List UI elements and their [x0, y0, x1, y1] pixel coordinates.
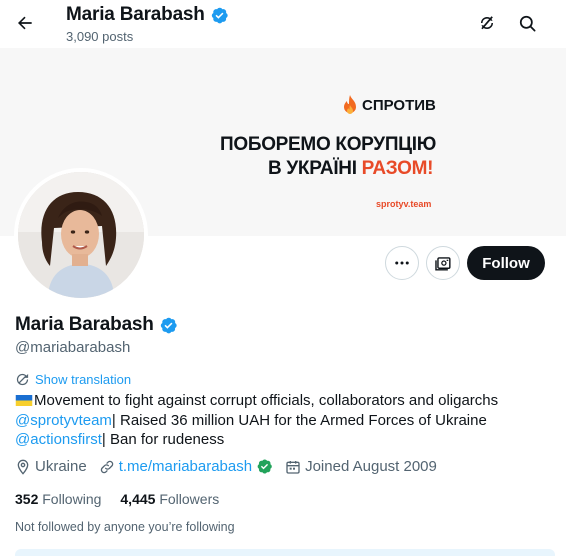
- banner-brand-text: СПРОТИВ: [362, 96, 436, 114]
- location-item: Ukraine: [15, 458, 87, 475]
- calendar-icon: [286, 460, 300, 474]
- next-section-edge: [15, 549, 555, 556]
- fire-icon: [344, 95, 356, 114]
- location-label: Ukraine: [35, 458, 87, 475]
- profile-name-row: Maria Barabash: [15, 314, 178, 336]
- header-name: Maria Barabash: [66, 4, 205, 25]
- banner-headline-2: В УКРАЇНІ РАЗОМ!: [268, 158, 433, 180]
- search-icon: [519, 15, 535, 31]
- following-link[interactable]: 352 Following: [15, 491, 101, 507]
- more-button[interactable]: [385, 246, 419, 280]
- newsletter-button-wrap: [426, 246, 460, 280]
- banner-headline-1: ПОБОРЕМО КОРУПЦІЮ: [220, 134, 437, 155]
- followed-by-note: Not followed by anyone you’re following: [15, 520, 235, 534]
- verified-badge-icon: [211, 7, 228, 23]
- bio-line-3: @actionsfirst| Ban for rudeness: [15, 430, 555, 450]
- refresh-icon: [481, 16, 493, 30]
- profile-name: Maria Barabash: [15, 314, 154, 335]
- header-title: Maria Barabash: [66, 4, 229, 26]
- show-translation-link[interactable]: Show translation: [15, 372, 131, 387]
- follow-stats: 352 Following 4,445 Followers: [15, 491, 219, 507]
- link-icon: [100, 460, 113, 473]
- banner-site: sprotyv.team: [376, 199, 432, 209]
- website-link[interactable]: t.me/mariabarabash: [119, 458, 252, 475]
- bio-text-1: Movement to fight against corrupt offici…: [34, 392, 499, 409]
- posts-count: 3,090 posts: [66, 29, 134, 44]
- bio-text-3: | Ban for rudeness: [101, 431, 225, 448]
- bio-line-1: Movement to fight against corrupt offici…: [15, 391, 555, 411]
- bio-text-2: | Raised 36 million UAH for the Armed Fo…: [111, 411, 487, 429]
- newsletter-button[interactable]: [426, 246, 460, 280]
- avatar-photo: [18, 172, 144, 298]
- sprotyvteam-mention-link[interactable]: @sprotyvteam: [15, 412, 112, 429]
- translate-icon: [16, 373, 29, 386]
- show-translation-label: Show translation: [35, 372, 132, 387]
- joined-label: Joined August 2009: [305, 458, 437, 475]
- joined-item: Joined August 2009: [285, 458, 437, 475]
- banner-headline-2-start: В УКРАЇНІ: [268, 158, 362, 179]
- avatar[interactable]: [14, 168, 148, 302]
- profile-bio: Movement to fight against corrupt offici…: [15, 391, 555, 450]
- more-icon: [395, 261, 409, 265]
- followers-label: Followers: [159, 491, 220, 507]
- banner-headline-accent: РАЗОМ!: [361, 158, 434, 179]
- following-count: 352: [15, 491, 39, 507]
- ukraine-flag-icon: [15, 395, 33, 406]
- follow-button[interactable]: Follow: [467, 246, 545, 280]
- verified-link-icon: [257, 459, 272, 474]
- top-bar: Maria Barabash 3,090 posts: [0, 0, 566, 48]
- newsletter-icon: [434, 256, 451, 271]
- search-button[interactable]: [512, 8, 542, 38]
- more-button-wrap: [385, 246, 419, 280]
- actionsfirst-mention-link[interactable]: @actionsfirst: [15, 431, 102, 448]
- banner-brand: СПРОТИВ: [342, 95, 436, 115]
- profile-handle: @mariabarabash: [15, 339, 131, 356]
- followers-count: 4,445: [120, 491, 156, 507]
- profile-meta: Ukraine t.me/mariabarabash Joined August…: [15, 458, 449, 475]
- website-item: t.me/mariabarabash: [99, 458, 273, 475]
- following-label: Following: [42, 491, 102, 507]
- back-button[interactable]: [8, 6, 42, 40]
- location-pin-icon: [17, 459, 29, 475]
- arrow-left-icon: [18, 16, 32, 30]
- followers-link[interactable]: 4,445 Followers: [120, 491, 219, 507]
- verified-badge-icon[interactable]: [159, 316, 178, 335]
- bio-line-2: @sprotyvteam| Raised 36 million UAH for …: [15, 411, 555, 431]
- refresh-button[interactable]: [472, 8, 502, 38]
